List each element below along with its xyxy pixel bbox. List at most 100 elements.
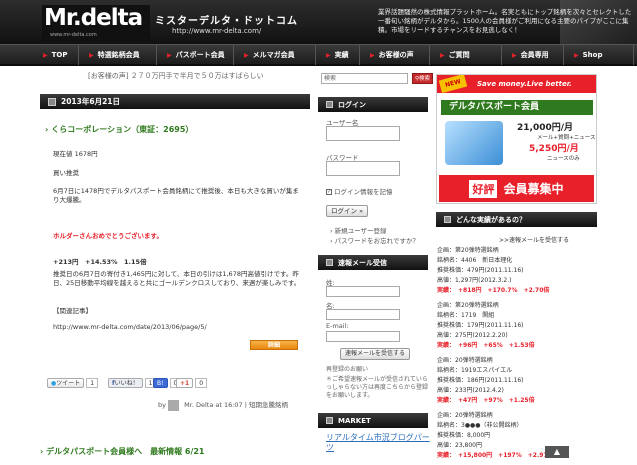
result-line: 企画：第20弾特選銘柄 xyxy=(437,247,499,254)
result-gain: 実績： +96円 +65% +1.53倍 xyxy=(437,342,535,349)
detail-button[interactable]: 詳細 xyxy=(250,340,298,350)
result-line: 高値：275円(2012.2.20) xyxy=(437,332,508,339)
market-title: MARKET xyxy=(338,416,371,425)
post-gain: +213円 +14.53% 1.15倍 xyxy=(53,258,147,266)
nav-top[interactable]: ▶ TOP xyxy=(33,45,79,65)
tweet-label: ツイート xyxy=(56,380,81,387)
gplus-widget: +1 0 xyxy=(176,378,208,388)
calendar-icon xyxy=(48,97,56,106)
result-line: 銘柄名：3●●●（非公開銘柄） xyxy=(437,422,523,429)
tweet-count: 1 xyxy=(86,378,99,388)
results-subscribe-link[interactable]: >>速報メールを受信する xyxy=(499,235,569,244)
nav-label: 特選銘柄会員 xyxy=(97,51,140,59)
like-button[interactable]: fいいね！ xyxy=(108,378,143,388)
byline-text[interactable]: Mr. Delta at 16:07 | 短期急騰銘柄 xyxy=(184,401,288,409)
result-line: 高値：233円(2012.4.2) xyxy=(437,387,504,394)
banner-price-1: 21,000円/月 xyxy=(517,123,574,133)
notice-text[interactable]: [お客様の声] ２７０万円手で半月で５０万はすばらしい xyxy=(88,71,264,81)
market-link[interactable]: リアルタイム市況ブログパーツ xyxy=(326,433,432,453)
result-entry: 企画：20弾特選銘柄 銘柄名：3●●●（非公開銘柄） 推奨株価：8,000円 高… xyxy=(437,411,554,461)
login-button[interactable]: ログイン » xyxy=(326,205,369,217)
remember-checkbox[interactable]: ✓ ログイン情報を記憶 xyxy=(326,186,393,196)
mail-icon xyxy=(326,259,333,266)
nav-results[interactable]: ▶ 実績 xyxy=(316,45,360,65)
result-entry: 企画：第20弾特選銘柄 銘柄名：4406 新日本理化 推奨株価：479円(201… xyxy=(437,246,549,296)
arrow-icon: ▶ xyxy=(370,51,375,59)
result-entry: 企画：第20弾特選銘柄 銘柄名：1719 関組 推奨株価：179円(2011.1… xyxy=(437,301,535,351)
site-url: http://www.mr-delta.com/ xyxy=(172,27,262,35)
post-date-bar: 2013年6月21日 xyxy=(40,94,310,109)
result-line: 企画：第20弾特選銘柄 xyxy=(437,302,499,309)
post-price: 現在値 1678円 xyxy=(53,150,98,158)
result-line: 推奨株価：8,000円 xyxy=(437,432,491,439)
email-label: E-mail: xyxy=(326,322,349,330)
next-post-title[interactable]: › デルタパスポート会員様へ 最新情報 6/21 xyxy=(40,446,205,457)
post-date: 2013年6月21日 xyxy=(61,97,121,106)
related-url[interactable]: http://www.mr-delta.com/date/2013/06/pag… xyxy=(53,323,207,332)
username-field[interactable] xyxy=(326,126,400,141)
post-title[interactable]: › くらコーポレーション（東証：2695） xyxy=(45,124,193,135)
forgot-label: パスワードをお忘れですか？ xyxy=(334,237,419,245)
search-button[interactable]: ⚲検索 xyxy=(412,73,433,84)
nav-label: 会員専用 xyxy=(520,51,549,59)
scroll-to-top-button[interactable]: ▲ xyxy=(545,446,569,458)
result-line: 高値：1,297円(2012.3.2.) xyxy=(437,277,512,284)
register-link[interactable]: › 新規ユーザー登録 xyxy=(330,225,387,235)
first-name-field[interactable] xyxy=(326,309,400,320)
search-input[interactable]: 検索 xyxy=(321,73,408,84)
result-line: 高値：23,800円 xyxy=(437,442,482,449)
banner-recruit-text: 会員募集中 xyxy=(503,182,564,196)
arrow-icon: ▶ xyxy=(43,51,48,59)
chart-icon xyxy=(444,216,451,223)
chart-icon xyxy=(326,417,333,424)
nav-label: 実績 xyxy=(334,51,349,59)
banner-sub-2: ニュースのみ xyxy=(547,156,580,162)
banner-recruit: 好評 会員募集中 xyxy=(439,175,594,202)
search-placeholder: 検索 xyxy=(324,75,337,82)
arrow-icon: ▶ xyxy=(244,51,249,59)
nav-questions[interactable]: ▶ ご質問 xyxy=(430,45,502,65)
related-label: 【関連記事】 xyxy=(53,307,92,315)
nav-featured[interactable]: ▶ 特選銘柄会員 xyxy=(79,45,157,65)
post-action: 買い推奨 xyxy=(53,169,79,177)
header-description: 業界話題騒然の株式情報プラットホーム。名実ともにトップ銘柄を次々とセレクトした一… xyxy=(378,8,632,34)
bookmark-button[interactable]: B! xyxy=(153,378,168,388)
document-icon xyxy=(445,121,503,165)
nav-label: TOP xyxy=(51,51,68,59)
tweet-button[interactable]: ●ツイート xyxy=(47,378,85,388)
nav-label: お客様の声 xyxy=(378,51,414,59)
reregister-note: ＊ご希望速報メールが受信されていらっしゃらない方は再度こちらから登録をお願いしま… xyxy=(326,376,429,399)
nav-voices[interactable]: ▶ お客様の声 xyxy=(360,45,430,65)
password-field[interactable] xyxy=(326,161,400,176)
passport-banner[interactable]: Save money.Live better. NEW デルタパスポート会員 2… xyxy=(436,74,597,204)
site-logo[interactable]: Mr.delta www.mr-delta.com xyxy=(42,5,150,41)
result-line: 銘柄名：1919エスパイエル xyxy=(437,367,513,374)
user-icon xyxy=(326,101,333,108)
post-body-1: 6月7日に1478円でデルタパスポート会員銘柄にて推奨後、本日も大きな買いが集ま… xyxy=(53,187,299,204)
nav-label: パスポート会員 xyxy=(175,51,225,59)
email-field[interactable] xyxy=(326,331,400,342)
banner-price-2: 5,250円/月 xyxy=(529,144,579,154)
nav-members[interactable]: ▶ 会員専用 xyxy=(502,45,564,65)
chevron-up-icon: ▲ xyxy=(553,447,561,456)
reregister-title: 再登録のお願い xyxy=(326,366,369,373)
post-byline: by Mr. Delta at 16:07 | 短期急騰銘柄 xyxy=(158,399,288,411)
remember-label: ログイン情報を記憶 xyxy=(334,188,393,196)
results-title: どんな実績があるの？ xyxy=(456,215,526,224)
nav-passport[interactable]: ▶ パスポート会員 xyxy=(157,45,234,65)
search-button-label: 検索 xyxy=(419,76,431,82)
tweet-widget: ●ツイート 1 xyxy=(47,378,99,388)
arrow-icon: ▶ xyxy=(167,51,172,59)
nav-label: Shop xyxy=(582,51,603,59)
gplus-button[interactable]: +1 xyxy=(176,378,194,388)
forgot-password-link[interactable]: › パスワードをお忘れですか？ xyxy=(330,235,419,245)
last-name-field[interactable] xyxy=(326,286,400,297)
nav-mailmag[interactable]: ▶ メルマガ会員 xyxy=(234,45,316,65)
byline-by: by xyxy=(158,401,166,409)
subscribe-button[interactable]: 速報メールを受信する xyxy=(340,348,411,360)
gplus-icon: +1 xyxy=(180,380,190,387)
nav-shop[interactable]: ▶ Shop xyxy=(564,45,634,65)
post-body-2: 推奨日の6月7日の寄付き1,465円に対して、本日の引けは1,678円高値引けで… xyxy=(53,270,301,287)
banner-badge: 好評 xyxy=(469,179,498,198)
result-line: 銘柄名：1719 関組 xyxy=(437,312,495,319)
